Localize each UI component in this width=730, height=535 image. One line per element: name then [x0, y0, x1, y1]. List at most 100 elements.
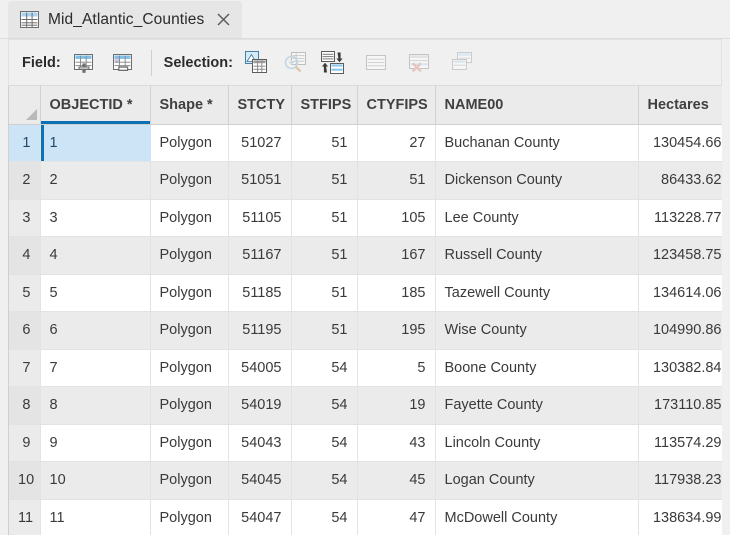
cell-hectares[interactable]: 86433.62	[638, 161, 722, 200]
cell-ctyfips[interactable]: 47	[357, 499, 436, 535]
cell-shape[interactable]: Polygon	[150, 349, 229, 387]
cell-hectares[interactable]: 117938.23	[638, 461, 722, 500]
cell-name00[interactable]: Lee County	[435, 199, 639, 237]
cell-name00[interactable]: Buchanan County	[435, 124, 639, 162]
tab-mid-atlantic-counties[interactable]: Mid_Atlantic_Counties	[8, 1, 243, 38]
column-header-stfips[interactable]: STFIPS	[291, 86, 358, 125]
cell-stcty[interactable]: 54019	[228, 386, 292, 425]
attribute-table-grid[interactable]: OBJECTID * Shape * STCTY STFIPS CTYFIPS …	[8, 86, 722, 535]
cell-shape[interactable]: Polygon	[150, 386, 229, 425]
cell-shape[interactable]: Polygon	[150, 461, 229, 500]
cell-objectid[interactable]: 5	[40, 274, 151, 312]
cell-objectid[interactable]: 4	[40, 236, 151, 275]
cell-hectares[interactable]: 138634.99	[638, 499, 722, 535]
cell-shape[interactable]: Polygon	[150, 124, 229, 162]
row-number-cell[interactable]: 7	[9, 349, 41, 387]
row-number-cell[interactable]: 3	[9, 199, 41, 237]
cell-stfips[interactable]: 51	[291, 236, 358, 275]
cell-ctyfips[interactable]: 167	[357, 236, 436, 275]
cell-name00[interactable]: McDowell County	[435, 499, 639, 535]
cell-hectares[interactable]: 113574.29	[638, 424, 722, 462]
cell-name00[interactable]: Boone County	[435, 349, 639, 387]
cell-hectares[interactable]: 130454.66	[638, 124, 722, 162]
cell-stcty[interactable]: 51195	[228, 311, 292, 350]
cell-stcty[interactable]: 51051	[228, 161, 292, 200]
table-row[interactable]: 5 5 Polygon 51185 51 185 Tazewell County 134614…	[9, 274, 722, 312]
table-row[interactable]: 8 8 Polygon 54019 54 19 Fayette County 173110.8…	[9, 386, 722, 425]
column-header-hectares[interactable]: Hectares	[638, 86, 722, 125]
cell-objectid[interactable]: 7	[40, 349, 151, 387]
cell-stfips[interactable]: 51	[291, 311, 358, 350]
table-row[interactable]: 4 4 Polygon 51167 51 167 Russell County 123458.…	[9, 236, 722, 275]
cell-stfips[interactable]: 54	[291, 499, 358, 535]
cell-ctyfips[interactable]: 51	[357, 161, 436, 200]
table-row[interactable]: 10 10 Polygon 54045 54 45 Logan County 117938.2…	[9, 461, 722, 500]
cell-ctyfips[interactable]: 27	[357, 124, 436, 162]
cell-hectares[interactable]: 130382.84	[638, 349, 722, 387]
cell-objectid[interactable]: 3	[40, 199, 151, 237]
cell-shape[interactable]: Polygon	[150, 236, 229, 275]
cell-stcty[interactable]: 54045	[228, 461, 292, 500]
cell-hectares[interactable]: 173110.85	[638, 386, 722, 425]
table-row[interactable]: 2 2 Polygon 51051 51 51 Dickenson County 86433.…	[9, 161, 722, 200]
cell-stfips[interactable]: 54	[291, 461, 358, 500]
cell-stfips[interactable]: 54	[291, 424, 358, 462]
cell-objectid[interactable]: 10	[40, 461, 151, 500]
cell-shape[interactable]: Polygon	[150, 199, 229, 237]
cell-stcty[interactable]: 51027	[228, 124, 292, 162]
row-number-cell[interactable]: 5	[9, 274, 41, 312]
cell-hectares[interactable]: 134614.06	[638, 274, 722, 312]
row-number-cell[interactable]: 2	[9, 161, 41, 200]
cell-ctyfips[interactable]: 195	[357, 311, 436, 350]
cell-shape[interactable]: Polygon	[150, 311, 229, 350]
row-number-cell[interactable]: 8	[9, 386, 41, 425]
cell-stfips[interactable]: 51	[291, 124, 358, 162]
cell-stfips[interactable]: 51	[291, 161, 358, 200]
cell-name00[interactable]: Tazewell County	[435, 274, 639, 312]
cell-objectid[interactable]: 9	[40, 424, 151, 462]
cell-hectares[interactable]: 123458.75	[638, 236, 722, 275]
cell-hectares[interactable]: 113228.77	[638, 199, 722, 237]
cell-ctyfips[interactable]: 19	[357, 386, 436, 425]
cell-ctyfips[interactable]: 5	[357, 349, 436, 387]
cell-name00[interactable]: Fayette County	[435, 386, 639, 425]
cell-name00[interactable]: Wise County	[435, 311, 639, 350]
row-number-cell[interactable]: 9	[9, 424, 41, 462]
cell-hectares[interactable]: 104990.86	[638, 311, 722, 350]
cell-objectid[interactable]: 8	[40, 386, 151, 425]
switch-selection-icon[interactable]	[319, 48, 349, 78]
cell-stfips[interactable]: 54	[291, 386, 358, 425]
cell-objectid[interactable]: 6	[40, 311, 151, 350]
cell-objectid[interactable]: 11	[40, 499, 151, 535]
row-number-cell[interactable]: 4	[9, 236, 41, 275]
cell-stcty[interactable]: 54047	[228, 499, 292, 535]
cell-shape[interactable]: Polygon	[150, 499, 229, 535]
cell-stfips[interactable]: 54	[291, 349, 358, 387]
row-number-cell[interactable]: 11	[9, 499, 41, 535]
column-header-stcty[interactable]: STCTY	[228, 86, 292, 125]
row-number-cell[interactable]: 10	[9, 461, 41, 500]
cell-ctyfips[interactable]: 105	[357, 199, 436, 237]
table-row[interactable]: 11 11 Polygon 54047 54 47 McDowell County 13863…	[9, 499, 722, 535]
cell-stcty[interactable]: 51105	[228, 199, 292, 237]
row-number-cell[interactable]: 6	[9, 311, 41, 350]
table-row[interactable]: 3 3 Polygon 51105 51 105 Lee County 113228.77	[9, 199, 722, 237]
cell-stfips[interactable]: 51	[291, 274, 358, 312]
cell-objectid[interactable]: 1	[40, 124, 151, 162]
cell-stcty[interactable]: 51167	[228, 236, 292, 275]
close-icon[interactable]	[215, 11, 232, 28]
cell-objectid[interactable]: 2	[40, 161, 151, 200]
cell-shape[interactable]: Polygon	[150, 274, 229, 312]
column-header-shape[interactable]: Shape *	[150, 86, 229, 125]
column-header-objectid[interactable]: OBJECTID *	[40, 86, 151, 125]
add-field-icon[interactable]	[70, 48, 100, 78]
row-number-cell[interactable]: 1	[9, 124, 41, 162]
cell-ctyfips[interactable]: 45	[357, 461, 436, 500]
calculate-field-icon[interactable]	[109, 48, 139, 78]
cell-stcty[interactable]: 51185	[228, 274, 292, 312]
cell-shape[interactable]: Polygon	[150, 161, 229, 200]
cell-stcty[interactable]: 54043	[228, 424, 292, 462]
select-all-corner-cell[interactable]	[9, 86, 41, 125]
cell-name00[interactable]: Russell County	[435, 236, 639, 275]
cell-stfips[interactable]: 51	[291, 199, 358, 237]
